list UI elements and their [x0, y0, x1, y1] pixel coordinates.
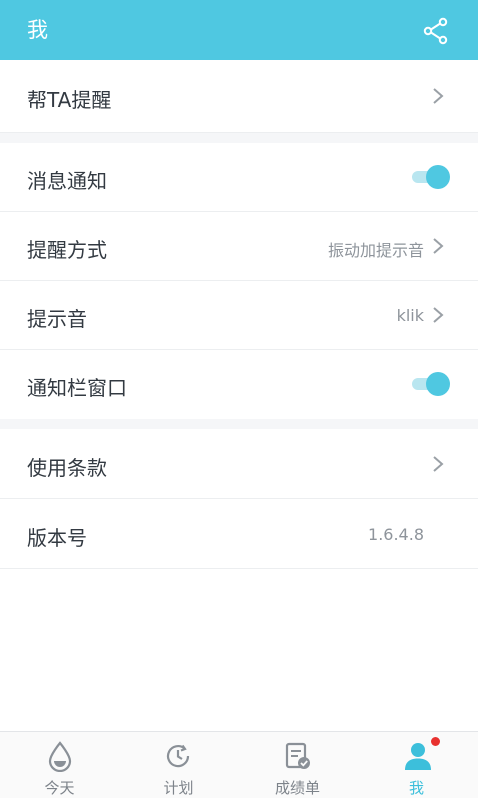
notification-bar-row: 通知栏窗口	[0, 350, 478, 419]
row-label: 消息通知	[27, 169, 107, 193]
tab-today[interactable]: 今天	[0, 732, 119, 799]
row-label: 使用条款	[27, 456, 107, 480]
version-value: 1.6.4.8	[368, 525, 424, 544]
version-row: 版本号 1.6.4.8	[0, 499, 478, 569]
bottom-tab-bar: 今天 计划 成绩单 我	[0, 731, 478, 798]
ringtone-row[interactable]: 提示音 klik	[0, 281, 478, 350]
chevron-right-icon	[433, 456, 444, 472]
chevron-right-icon	[433, 238, 444, 254]
remind-for-ta-row[interactable]: 帮TA提醒	[0, 60, 478, 133]
message-notify-toggle[interactable]	[412, 165, 450, 189]
tab-plan[interactable]: 计划	[119, 732, 238, 799]
row-label: 提醒方式	[27, 238, 107, 262]
tab-label: 我	[408, 779, 424, 797]
share-icon	[423, 17, 448, 45]
section-divider	[0, 133, 478, 143]
toggle-knob	[426, 372, 450, 396]
row-value: klik	[396, 306, 424, 325]
notification-bar-toggle[interactable]	[412, 372, 450, 396]
clock-icon	[166, 744, 190, 768]
row-value: 振动加提示音	[327, 241, 424, 260]
terms-of-use-row[interactable]: 使用条款	[0, 429, 478, 499]
remind-mode-row[interactable]: 提醒方式 振动加提示音	[0, 212, 478, 281]
row-label: 帮TA提醒	[27, 88, 112, 112]
message-notify-row: 消息通知	[0, 143, 478, 212]
tab-report[interactable]: 成绩单	[238, 732, 357, 799]
water-drop-icon	[48, 741, 72, 772]
tab-label: 成绩单	[274, 779, 320, 797]
row-label: 版本号	[27, 526, 87, 550]
section-divider	[0, 419, 478, 429]
tab-label: 计划	[163, 779, 194, 797]
tab-me[interactable]: 我	[357, 732, 476, 799]
chevron-right-icon	[433, 88, 444, 104]
report-icon	[285, 742, 310, 769]
tab-label: 今天	[44, 779, 75, 797]
page-title: 我	[27, 18, 48, 42]
toggle-knob	[426, 165, 450, 189]
person-icon	[405, 743, 431, 770]
share-button[interactable]	[418, 13, 454, 49]
chevron-right-icon	[433, 307, 444, 323]
app-header: 我	[0, 0, 478, 60]
row-label: 通知栏窗口	[27, 376, 127, 400]
notification-badge	[431, 737, 440, 746]
row-label: 提示音	[27, 307, 87, 331]
